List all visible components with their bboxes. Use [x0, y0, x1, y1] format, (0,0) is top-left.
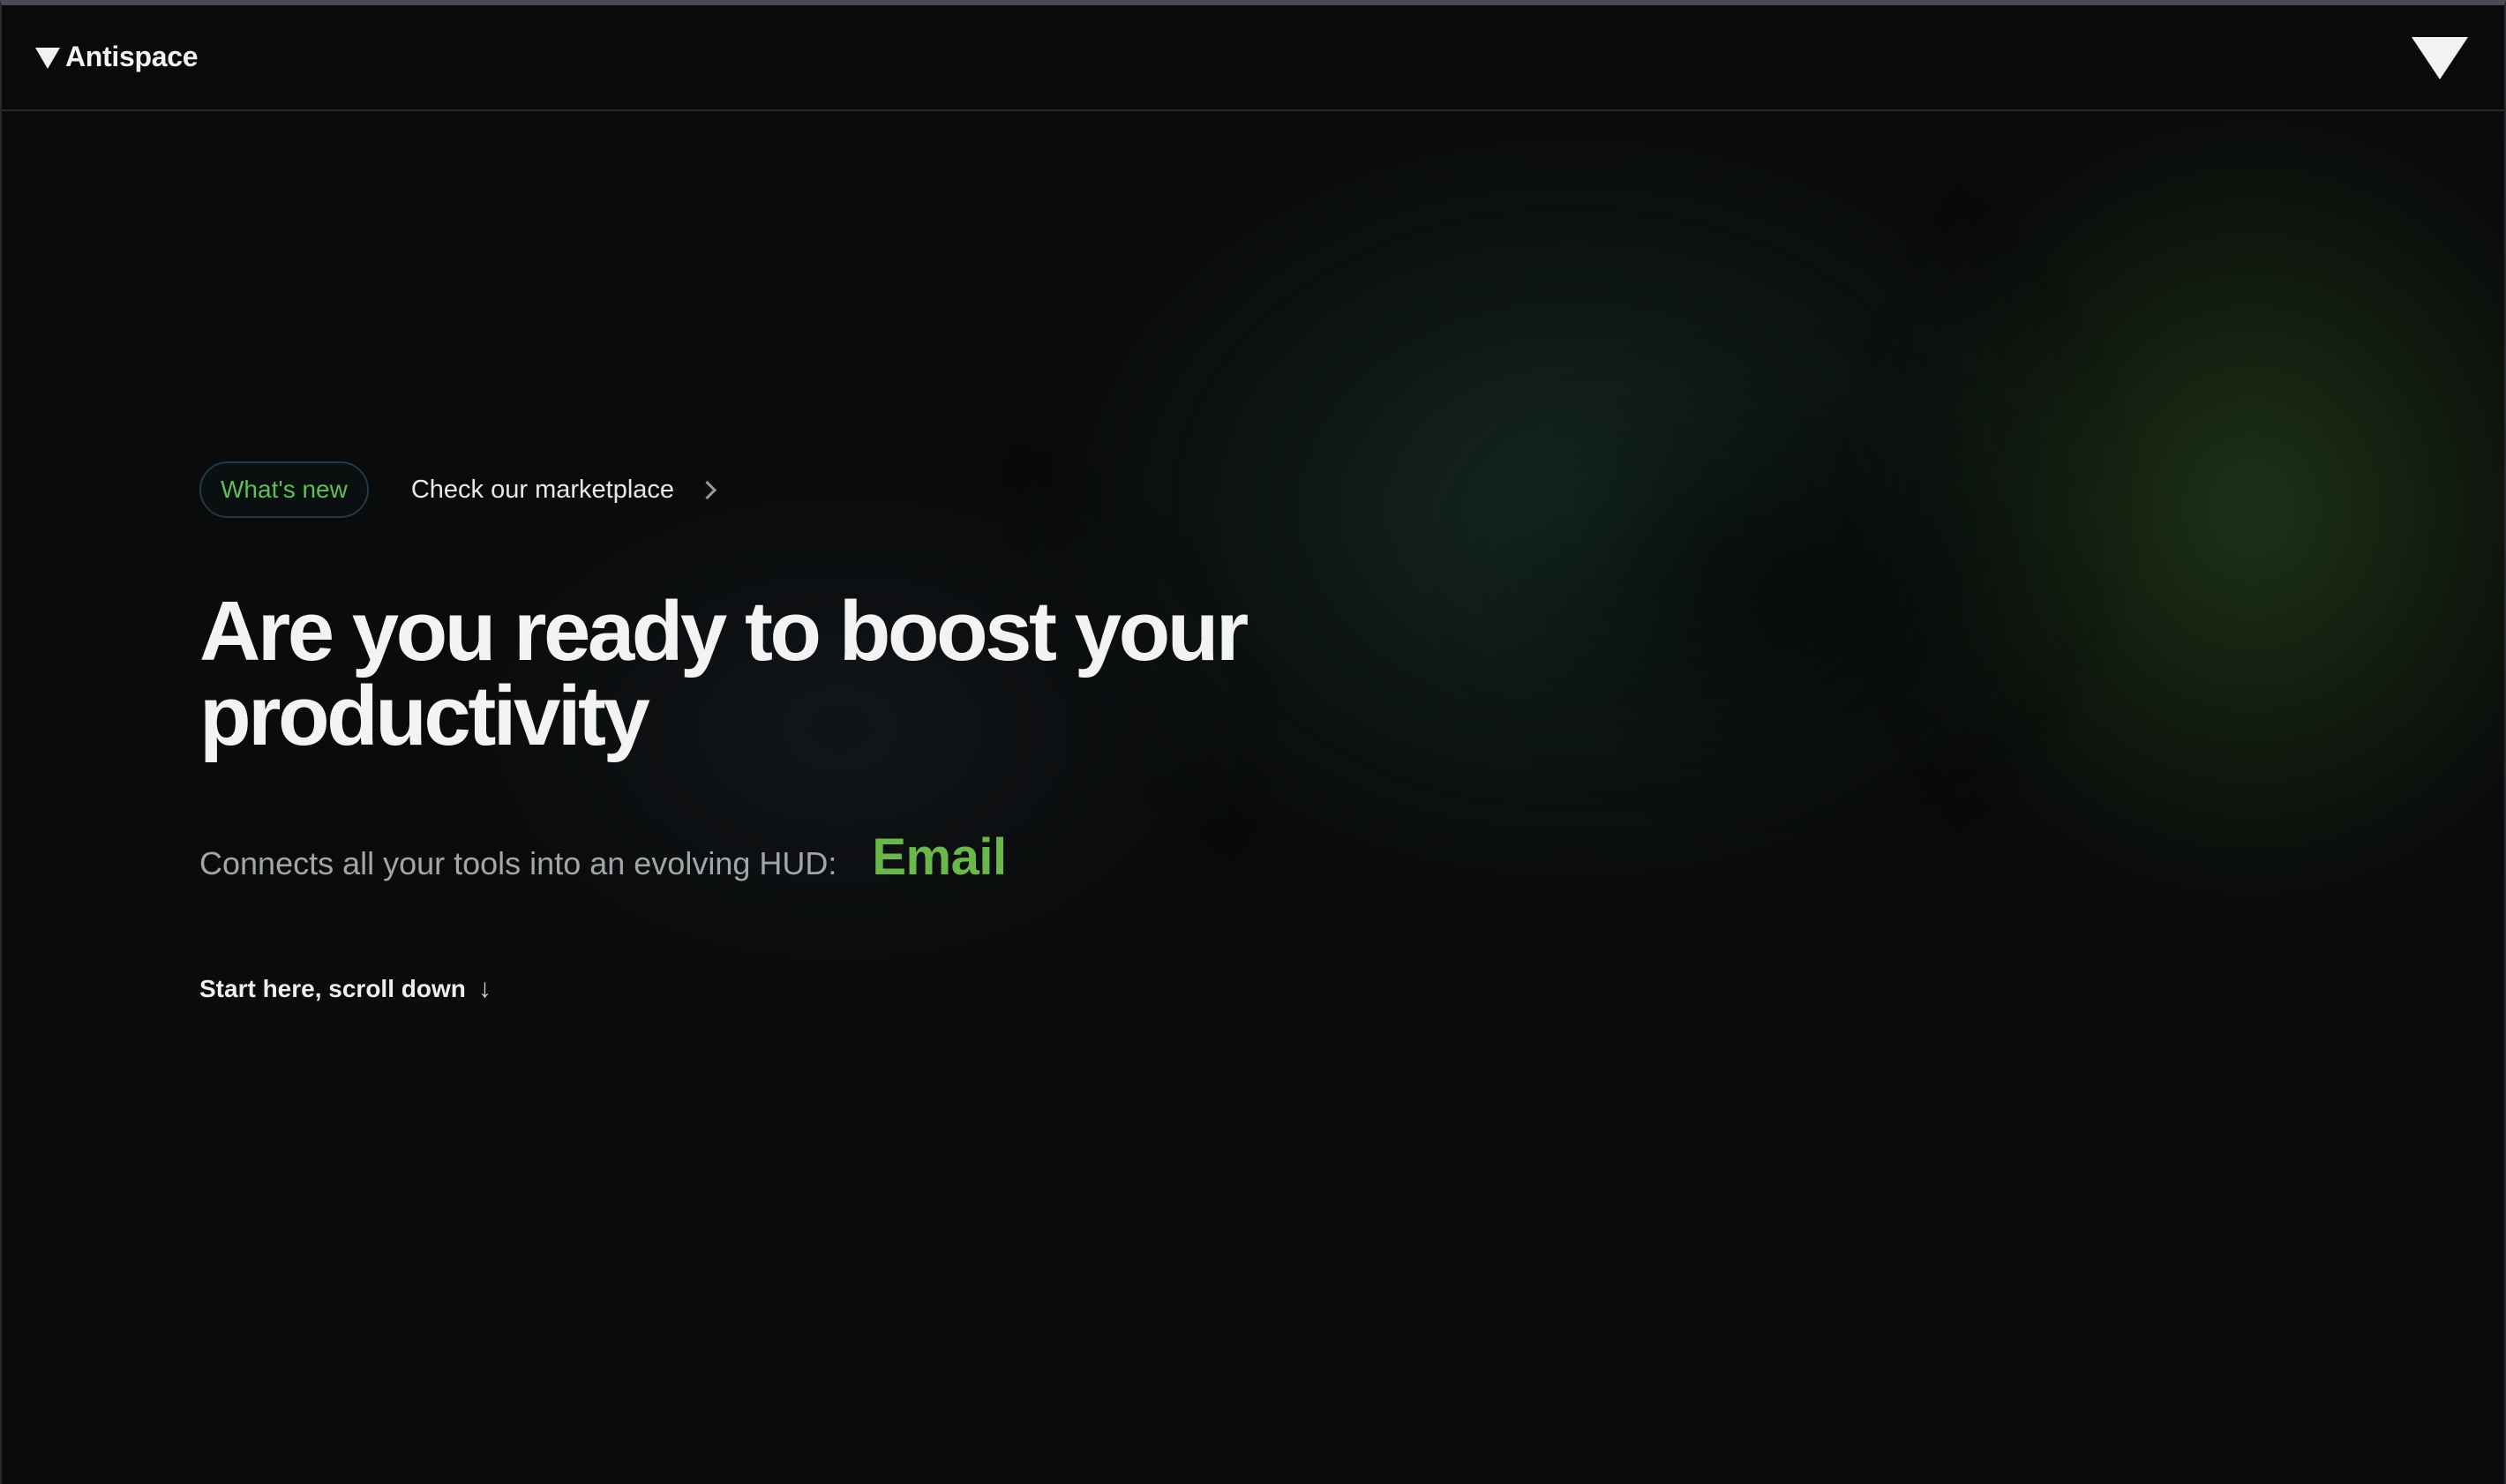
brand-logo-link[interactable]: Antispace — [35, 41, 199, 73]
background-glow-green — [1899, 111, 2504, 905]
tagline-text: Connects all your tools into an evolving… — [199, 845, 837, 881]
brand-name: Antispace — [65, 41, 199, 72]
rotating-tool-word: Email — [872, 828, 1007, 886]
headline-line-2: productivity — [199, 669, 650, 763]
hero-section: What's new Check our marketplace Are you… — [199, 461, 1347, 1004]
menu-toggle-button[interactable] — [2411, 37, 2469, 85]
tagline: Connects all your tools into an evolving… — [199, 828, 1347, 889]
whats-new-badge[interactable]: What's new — [199, 461, 369, 518]
page-headline: Are you ready to boost your productivity — [199, 589, 1347, 759]
chevron-right-icon — [697, 480, 717, 499]
scroll-down-cta[interactable]: Start here, scroll down ↓ — [199, 974, 1347, 1004]
headline-line-1: Are you ready to boost your — [199, 584, 1249, 678]
top-navbar: Antispace — [2, 5, 2504, 111]
background-shadow — [1458, 358, 2075, 799]
scroll-down-label: Start here, scroll down — [199, 975, 466, 1002]
marketplace-link-label: Check our marketplace — [410, 475, 675, 504]
arrow-down-icon: ↓ — [477, 974, 491, 1003]
announcement-bar: What's new Check our marketplace — [199, 461, 1347, 519]
triangle-down-logo-icon — [35, 47, 60, 69]
triangle-down-icon — [2412, 37, 2468, 79]
marketplace-link[interactable]: Check our marketplace — [410, 475, 717, 505]
browser-window: Antispace What's new Check our marketpla… — [0, 0, 2506, 1484]
